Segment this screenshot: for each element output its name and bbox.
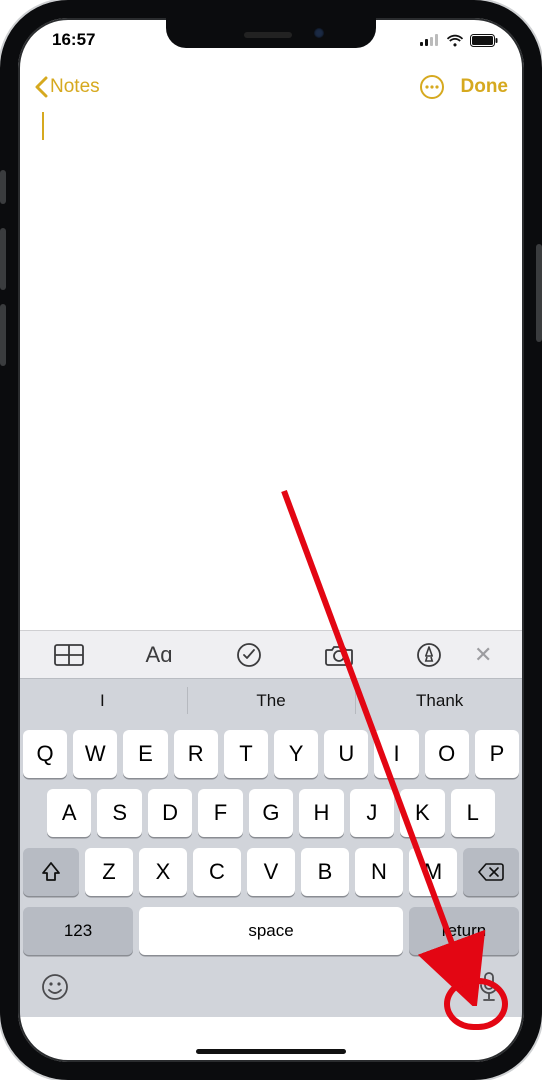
done-button[interactable]: Done — [461, 76, 509, 98]
shift-icon — [40, 861, 62, 883]
mute-switch — [0, 170, 6, 204]
delete-icon — [478, 862, 504, 882]
key-row-4: 123 space return — [23, 907, 519, 955]
chevron-left-icon — [34, 76, 48, 98]
prediction-1[interactable]: I — [18, 679, 187, 722]
prediction-2[interactable]: The — [187, 679, 356, 722]
key-t[interactable]: T — [224, 730, 268, 778]
key-b[interactable]: B — [301, 848, 349, 896]
volume-up-button — [0, 228, 6, 290]
notes-toolbar: Aɑ ✕ — [18, 630, 524, 678]
key-s[interactable]: S — [97, 789, 141, 837]
emoji-button[interactable] — [40, 972, 70, 1007]
markup-icon — [416, 642, 442, 668]
dictation-button[interactable] — [476, 971, 502, 1008]
status-icons — [420, 34, 498, 47]
toolbar-close-button[interactable]: ✕ — [474, 642, 518, 668]
cellular-icon — [420, 34, 440, 46]
key-row-3: Z X C V B N M — [23, 848, 519, 896]
key-row-2: A S D F G H J K L — [23, 789, 519, 837]
emoji-icon — [40, 972, 70, 1002]
more-button[interactable] — [417, 72, 447, 102]
nav-bar: Notes Done — [18, 62, 524, 112]
key-w[interactable]: W — [73, 730, 117, 778]
key-q[interactable]: Q — [23, 730, 67, 778]
table-icon — [54, 644, 84, 666]
key-y[interactable]: Y — [274, 730, 318, 778]
key-i[interactable]: I — [374, 730, 418, 778]
checklist-button[interactable] — [204, 642, 294, 668]
key-p[interactable]: P — [475, 730, 519, 778]
key-z[interactable]: Z — [85, 848, 133, 896]
predictive-bar: I The Thank — [18, 678, 524, 722]
side-button — [536, 244, 542, 342]
status-time: 16:57 — [52, 30, 95, 50]
key-u[interactable]: U — [324, 730, 368, 778]
shift-key[interactable] — [23, 848, 79, 896]
battery-icon — [470, 34, 498, 47]
key-o[interactable]: O — [425, 730, 469, 778]
key-n[interactable]: N — [355, 848, 403, 896]
key-row-1: Q W E R T Y U I O P — [23, 730, 519, 778]
back-button[interactable]: Notes — [34, 76, 100, 98]
camera-button[interactable] — [294, 644, 384, 666]
keyboard-bottom-bar — [18, 961, 524, 1017]
home-indicator[interactable] — [196, 1049, 346, 1054]
numbers-key[interactable]: 123 — [23, 907, 133, 955]
delete-key[interactable] — [463, 848, 519, 896]
table-button[interactable] — [24, 644, 114, 666]
device-notch — [166, 18, 376, 48]
text-format-icon: Aɑ — [146, 642, 173, 668]
close-icon: ✕ — [474, 642, 492, 667]
key-j[interactable]: J — [350, 789, 394, 837]
note-editor[interactable] — [18, 112, 524, 630]
space-key[interactable]: space — [139, 907, 403, 955]
keyboard: Q W E R T Y U I O P A S D F G H J K L — [18, 722, 524, 961]
key-k[interactable]: K — [400, 789, 444, 837]
key-e[interactable]: E — [123, 730, 167, 778]
key-m[interactable]: M — [409, 848, 457, 896]
key-g[interactable]: G — [249, 789, 293, 837]
key-d[interactable]: D — [148, 789, 192, 837]
markup-button[interactable] — [384, 642, 474, 668]
key-a[interactable]: A — [47, 789, 91, 837]
back-label: Notes — [50, 76, 100, 98]
camera-icon — [324, 644, 354, 666]
text-format-button[interactable]: Aɑ — [114, 642, 204, 668]
microphone-icon — [476, 971, 502, 1003]
ellipsis-circle-icon — [419, 74, 445, 100]
checklist-icon — [236, 642, 262, 668]
key-h[interactable]: H — [299, 789, 343, 837]
wifi-icon — [446, 34, 464, 47]
key-c[interactable]: C — [193, 848, 241, 896]
text-cursor — [42, 112, 44, 140]
volume-down-button — [0, 304, 6, 366]
return-key[interactable]: return — [409, 907, 519, 955]
key-l[interactable]: L — [451, 789, 495, 837]
key-v[interactable]: V — [247, 848, 295, 896]
key-r[interactable]: R — [174, 730, 218, 778]
prediction-3[interactable]: Thank — [355, 679, 524, 722]
key-f[interactable]: F — [198, 789, 242, 837]
key-x[interactable]: X — [139, 848, 187, 896]
